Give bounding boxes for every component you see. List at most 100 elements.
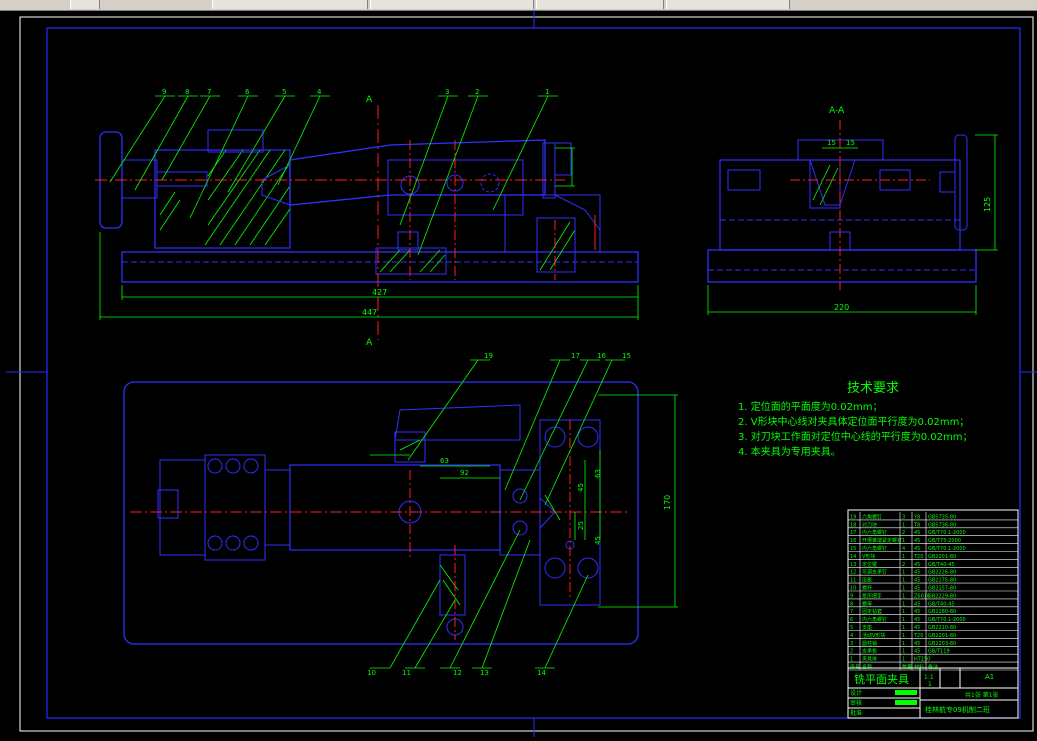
bom-header-cell: 名称 (862, 664, 872, 671)
bom-cell: GB/T70.1-2000 (928, 546, 966, 552)
bom-cell: 3 (902, 514, 905, 520)
balloon-17: 17 (571, 352, 580, 360)
bom-cell: Y8 (913, 514, 920, 520)
bom-cell: 内六角螺钉 (862, 545, 887, 552)
section-mark-bottom: A (366, 338, 373, 348)
bom-header-cell: 材料 (914, 664, 924, 671)
requirement-line-1: 1. 定位面的平面度为0.02mm； (738, 402, 883, 413)
bom-cell: 45 (914, 538, 920, 544)
bom-cell: 活动V形块 (862, 632, 885, 639)
role-approve: 批准 (850, 709, 862, 717)
bom-cell: GB2280-80 (928, 609, 956, 615)
role-review: 审核 (850, 699, 862, 707)
school-name: 桂林航专09机制二班 (925, 705, 990, 714)
bom-cell: 1 (902, 593, 905, 599)
balloon-11: 11 (402, 669, 411, 677)
dim-427: 427 (372, 288, 387, 297)
bom-cell: 压板 (862, 577, 872, 584)
dim-45a: 45 (577, 483, 585, 492)
top-view: 63 92 170 45 45 25 63 19 17 16 15 10 11 … (123, 352, 678, 677)
cad-canvas[interactable]: A A 427 447 9 8 7 6 5 4 3 2 1 A-A 220 12… (0, 10, 1037, 737)
bom-cell: 8 (850, 601, 853, 607)
bom-cell: 对刀块 (862, 521, 877, 528)
bom-cell: 1 (850, 657, 853, 663)
balloon-12: 12 (453, 669, 462, 677)
requirements-title: 技术要求 (846, 381, 899, 396)
bom-cell: GB2175-80 (928, 578, 956, 584)
bom-cell: GB/T40-45 (928, 601, 955, 607)
bom-cell: 15 (850, 546, 856, 552)
technical-requirements: 技术要求 1. 定位面的平面度为0.02mm； 2. V形块中心线对夹具体定位面… (738, 377, 1028, 460)
bom-cell: 1 (902, 578, 905, 584)
bom-header-cell: 序号 (850, 664, 860, 671)
balloon-4: 4 (317, 88, 322, 96)
title-block: 19 六角螺钉 3 Y8 GB5735-8018 对刀块 1 T8 GB5736-8017 内六角… (847, 509, 1019, 719)
bom-cell: 1 (902, 522, 905, 528)
bom-cell: 13 (850, 562, 856, 568)
taskbar-tab-4[interactable] (536, 0, 664, 9)
bom-cell: 45 (914, 562, 920, 568)
balloon-19: 19 (484, 352, 493, 360)
bom-cell: GB5735-80 (928, 514, 956, 520)
taskbar-tab-2[interactable] (212, 0, 368, 9)
dim-125: 125 (983, 197, 992, 212)
bom-cell: 45 (914, 578, 920, 584)
bom-cell: 1 (902, 657, 905, 663)
bom-cell: 支座 (862, 624, 872, 631)
bom-cell: 45 (914, 641, 920, 647)
bom-cell: GB2201-80 (928, 554, 956, 560)
bom-cell: 1 (902, 625, 905, 631)
bom-cell: 45 (914, 570, 920, 576)
drawing-svg[interactable]: A A 427 447 9 8 7 6 5 4 3 2 1 A-A 220 12… (0, 10, 1037, 737)
bom-cell: 星形把手 (862, 592, 882, 599)
taskbar-tab-1[interactable] (70, 0, 100, 9)
balloon-3: 3 (445, 88, 449, 96)
bom-cell: 内六角螺钉 (862, 616, 887, 623)
bom-cell: 2 (902, 562, 905, 568)
dim-170: 170 (663, 495, 672, 510)
bom-cell: 1 (902, 586, 905, 592)
requirement-line-3: 3. 对刀块工作面对定位中心线的平行度为0.02mm； (738, 432, 973, 443)
balloon-1: 1 (545, 88, 549, 96)
bom-cell: 夹具体 (862, 656, 877, 663)
taskbar-tab-3[interactable] (370, 0, 534, 9)
bom-cell: 16 (850, 538, 856, 544)
bom-cell: 14 (850, 554, 856, 560)
bom-cell: GB5736-80 (928, 522, 956, 528)
bom-cell: 可调支承钉 (862, 569, 887, 576)
bom-cell: 7 (850, 609, 853, 615)
taskbar-tab-5[interactable] (666, 0, 790, 9)
balloon-2: 2 (475, 88, 479, 96)
bom-cell: 1 (902, 633, 905, 639)
bom-cell: 10 (850, 586, 856, 592)
requirement-line-2: 2. V形块中心线对夹具体定位面平行度为0.02mm； (738, 417, 970, 428)
bom-cell: GB2229-80 (928, 593, 956, 599)
drawing-sheets: 共1张 第1张 (965, 691, 999, 699)
bom-cell: 12 (850, 570, 856, 576)
bom-cell: 定位键 (862, 561, 877, 568)
bom-cell: 圆柱销 (862, 640, 877, 647)
bom-cell: 4 (850, 633, 853, 639)
bom-cell: 开槽锥端紧定螺钉 (862, 537, 902, 544)
bom-cell: 19 (850, 514, 856, 520)
bom-cell: 11 (850, 578, 856, 584)
bom-cell: 45 (914, 546, 920, 552)
bom-cell: 1 (902, 554, 905, 560)
drawing-count: 1 (928, 681, 932, 688)
balloon-10: 10 (367, 669, 376, 677)
bom-cell: T8 (913, 522, 920, 528)
bom-cell: 螺杆 (862, 585, 872, 592)
bom-cell: 1 (902, 649, 905, 655)
bom-cell: 45 (914, 625, 920, 631)
balloon-15: 15 (622, 352, 631, 360)
side-view: A-A 220 125 15 15 (707, 106, 998, 315)
bom-cell: 45 (914, 649, 920, 655)
balloon-9: 9 (162, 88, 166, 96)
bom-cell: GB2226-80 (928, 570, 956, 576)
bom-cell: GB2203-80 (928, 641, 956, 647)
balloon-13: 13 (480, 669, 489, 677)
bom-cell: GB/T119 (928, 649, 950, 655)
bom-cell: 1 (902, 641, 905, 647)
bom-cell: 螺母 (862, 600, 872, 607)
bom-cell: GB2157-80 (928, 586, 956, 592)
